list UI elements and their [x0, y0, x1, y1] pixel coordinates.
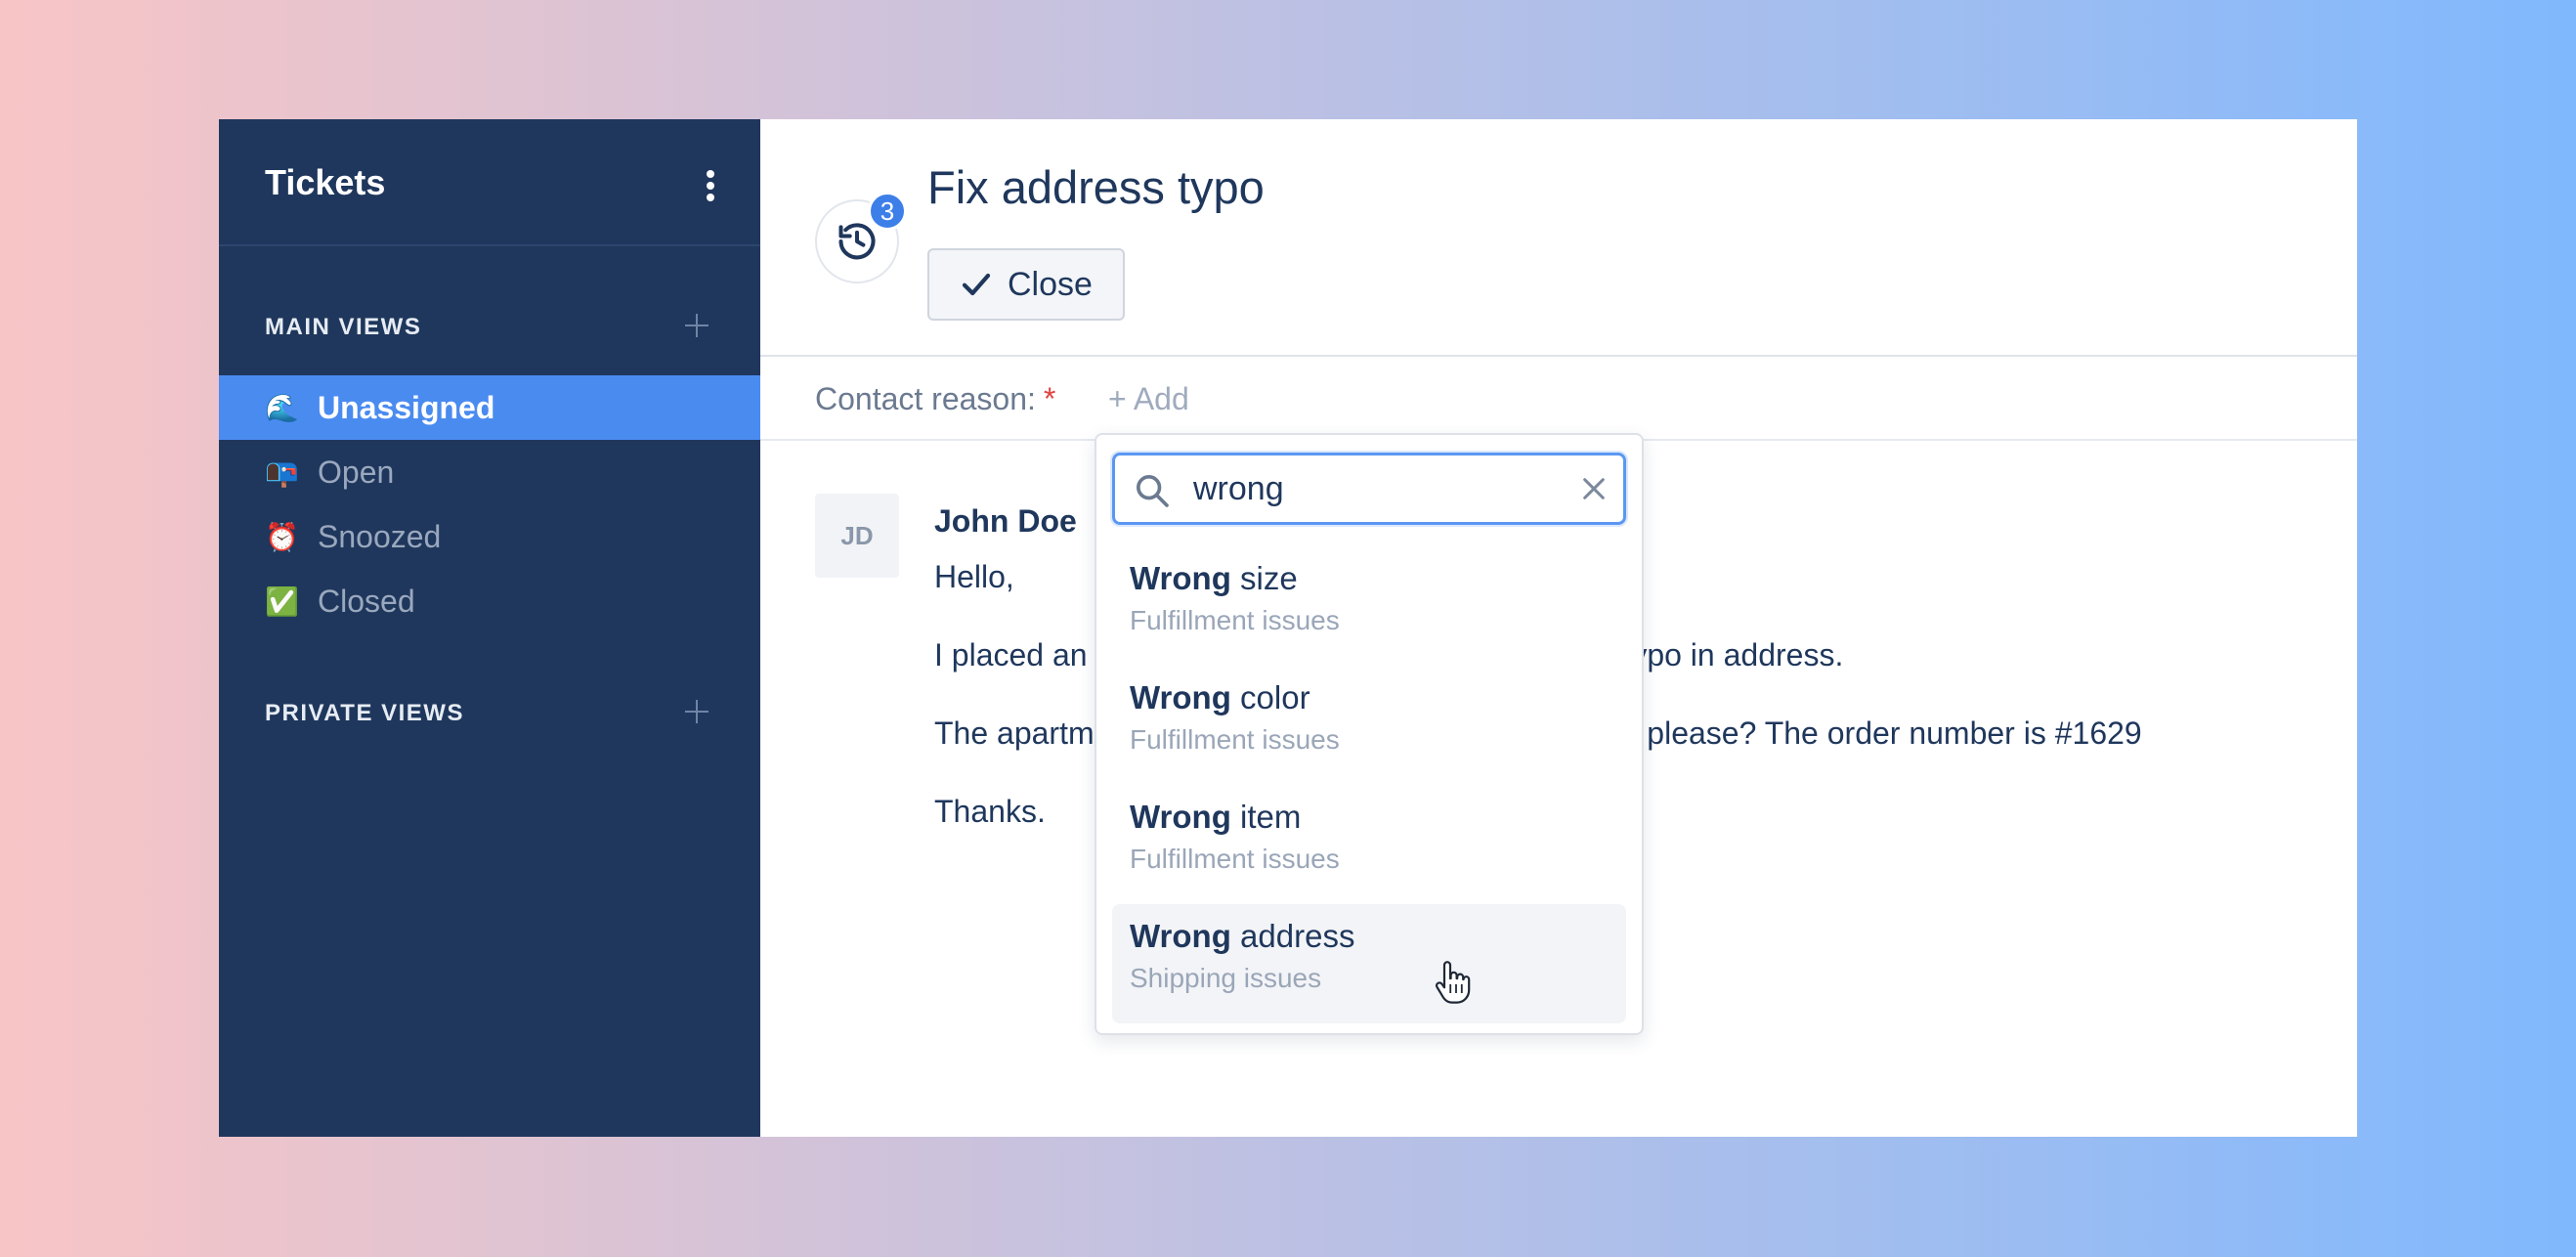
add-main-view-icon[interactable]	[682, 311, 711, 340]
sidebar-item-label: Unassigned	[318, 389, 495, 425]
option-title: Wrong address	[1130, 918, 1626, 955]
option-category: Fulfillment issues	[1130, 724, 1340, 755]
option-rest: color	[1230, 679, 1310, 715]
option-category: Fulfillment issues	[1130, 844, 1340, 874]
option-match: Wrong	[1130, 918, 1231, 954]
history-count-badge: 3	[868, 192, 907, 231]
sidebar: Tickets MAIN VIEWS 🌊 Unassigned 📭 Open ⏰…	[219, 119, 760, 1137]
option-match: Wrong	[1130, 799, 1231, 835]
more-options-icon[interactable]	[696, 166, 725, 205]
history-icon	[838, 223, 876, 260]
wave-icon: 🌊	[265, 391, 299, 424]
main-views-heading: MAIN VIEWS	[265, 314, 422, 340]
contact-reason-text: Contact reason:	[815, 381, 1036, 416]
option-rest: item	[1230, 799, 1302, 835]
option-category: Fulfillment issues	[1130, 605, 1340, 635]
clear-icon[interactable]	[1578, 473, 1610, 504]
ticket-title: Fix address typo	[927, 161, 1265, 213]
check-mark-icon: ✅	[265, 585, 299, 618]
option-match: Wrong	[1130, 560, 1231, 596]
option-title: Wrong item	[1130, 799, 1626, 836]
option-wrong-color[interactable]: Wrong color Fulfillment issues	[1112, 666, 1626, 785]
message-author: John Doe	[934, 503, 1077, 539]
option-wrong-address[interactable]: Wrong address Shipping issues	[1112, 904, 1626, 1023]
close-ticket-button[interactable]: Close	[927, 248, 1125, 321]
contact-reason-bar: Contact reason: * + Add	[760, 357, 2357, 441]
search-icon	[1137, 475, 1169, 507]
search-field[interactable]	[1112, 453, 1626, 525]
add-contact-reason-button[interactable]: + Add	[1108, 381, 1189, 417]
message-line: Hello,	[934, 559, 1014, 594]
message-line: Thanks.	[934, 794, 1046, 829]
sidebar-item-label: Snoozed	[318, 518, 442, 554]
sidebar-title: Tickets	[265, 162, 386, 202]
checkmark-icon	[962, 273, 991, 296]
sidebar-item-open[interactable]: 📭 Open	[219, 440, 760, 504]
option-match: Wrong	[1130, 679, 1231, 715]
contact-reason-dropdown: Wrong size Fulfillment issues Wrong colo…	[1095, 433, 1644, 1035]
required-mark: *	[1043, 381, 1056, 416]
option-title: Wrong size	[1130, 560, 1626, 597]
option-rest: address	[1230, 918, 1355, 954]
app-window: Tickets MAIN VIEWS 🌊 Unassigned 📭 Open ⏰…	[219, 119, 2357, 1137]
hand-pointer-cursor-icon	[1435, 961, 1471, 1004]
sidebar-item-snoozed[interactable]: ⏰ Snoozed	[219, 504, 760, 569]
option-wrong-item[interactable]: Wrong item Fulfillment issues	[1112, 785, 1626, 904]
avatar: JD	[815, 494, 899, 578]
sidebar-item-label: Open	[318, 454, 395, 490]
sidebar-header: Tickets	[219, 119, 760, 246]
alarm-clock-icon: ⏰	[265, 520, 299, 553]
option-wrong-size[interactable]: Wrong size Fulfillment issues	[1112, 546, 1626, 666]
sidebar-item-closed[interactable]: ✅ Closed	[219, 569, 760, 633]
option-rest: size	[1230, 560, 1298, 596]
sidebar-item-unassigned[interactable]: 🌊 Unassigned	[219, 375, 760, 440]
option-category: Shipping issues	[1130, 963, 1322, 993]
ticket-panel: 3 Fix address typo Close Contact reason:…	[760, 119, 2357, 1137]
search-input[interactable]	[1193, 467, 1565, 510]
close-button-label: Close	[1008, 265, 1093, 303]
sidebar-item-label: Closed	[318, 583, 415, 619]
contact-reason-label: Contact reason: *	[815, 381, 1055, 417]
private-views-heading: PRIVATE VIEWS	[265, 700, 464, 726]
mailbox-icon: 📭	[265, 455, 299, 489]
add-private-view-icon[interactable]	[682, 697, 711, 726]
option-title: Wrong color	[1130, 679, 1626, 716]
